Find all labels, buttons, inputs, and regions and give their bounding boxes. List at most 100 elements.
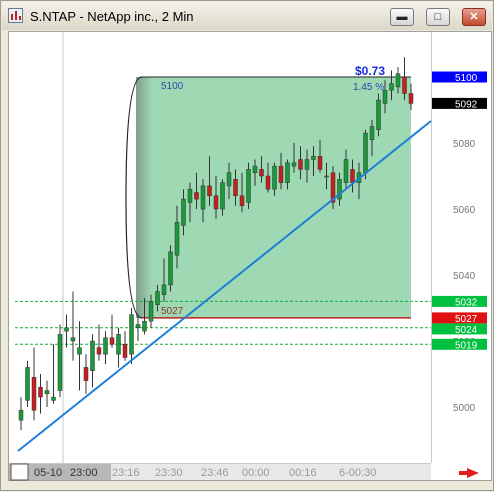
candle-body <box>70 337 76 342</box>
candle-body <box>200 185 206 210</box>
x-tick-6: 00:16 <box>289 467 317 479</box>
candle-body <box>174 221 180 256</box>
candle-48[interactable] <box>330 166 336 209</box>
y-tick-1: 5080 <box>453 139 476 150</box>
y-tick-2: 5060 <box>453 205 476 216</box>
candle-10[interactable] <box>83 354 89 394</box>
price-marker-label: 5019 <box>455 340 478 351</box>
candle-body <box>252 165 258 173</box>
candle-body <box>272 165 277 190</box>
candle-body <box>129 314 134 355</box>
candle-14[interactable] <box>109 314 115 348</box>
candle-body <box>278 165 284 183</box>
price-marker-4[interactable]: 5024 <box>432 323 487 336</box>
price-marker-label: 5024 <box>455 325 478 336</box>
candle-5[interactable] <box>51 344 56 404</box>
candle-55[interactable] <box>376 93 381 137</box>
candle-body <box>187 188 193 203</box>
candle-body <box>363 132 368 173</box>
candle-body <box>298 159 303 170</box>
range-low-label: 5027 <box>161 306 184 317</box>
x-tick-5: 00:00 <box>242 467 270 479</box>
candle-body <box>233 179 238 197</box>
x-tick-7: 6-00:30 <box>339 467 376 479</box>
range-change-value: $0.73 <box>355 64 385 78</box>
price-marker-label: 5027 <box>455 314 478 325</box>
candle-body <box>220 182 225 210</box>
candle-body <box>148 301 154 322</box>
candle-body <box>239 195 245 206</box>
candle-6[interactable] <box>57 324 63 398</box>
candle-35[interactable] <box>246 162 251 209</box>
candle-body <box>109 337 115 345</box>
candle-body <box>304 159 310 170</box>
candle-9[interactable] <box>77 321 82 391</box>
candle-body <box>389 83 394 91</box>
candle-body <box>25 367 30 401</box>
candle-body <box>64 327 69 332</box>
candle-body <box>83 367 89 381</box>
x-tick-2: 23:16 <box>112 467 140 479</box>
candle-3[interactable] <box>38 374 43 414</box>
candle-body <box>168 251 173 286</box>
candle-body <box>343 159 349 183</box>
candle-13[interactable] <box>103 331 108 365</box>
candle-body <box>51 396 56 401</box>
x-tick-4: 23:46 <box>201 467 229 479</box>
candle-body <box>90 340 95 371</box>
candle-11[interactable] <box>90 334 95 388</box>
candle-body <box>122 344 128 358</box>
candle-2[interactable] <box>31 347 37 421</box>
candlestick-chart[interactable]: 05-10 23:00 23:16 23:30 23:46 00:00 00:1… <box>1 1 494 492</box>
candle-body <box>142 320 147 332</box>
candle-18[interactable] <box>135 314 141 341</box>
candle-body <box>31 377 37 411</box>
candle-4[interactable] <box>44 380 50 407</box>
price-marker-5[interactable]: 5019 <box>432 338 487 352</box>
price-marker-2[interactable]: 5032 <box>432 295 487 309</box>
price-marker-label: 5092 <box>455 99 478 110</box>
candle-body <box>226 172 232 187</box>
candle-15[interactable] <box>116 327 121 368</box>
candle-body <box>317 155 323 170</box>
candle-body <box>77 347 82 355</box>
price-marker-0[interactable]: 5100 <box>432 71 487 85</box>
y-tick-5: 5000 <box>453 403 476 414</box>
candle-59[interactable] <box>402 57 407 101</box>
candle-0[interactable] <box>18 397 24 431</box>
range-high-label: 5100 <box>161 81 184 92</box>
scroll-right-arrow-icon[interactable] <box>459 468 479 478</box>
candle-1[interactable] <box>25 360 30 407</box>
time-axis-divider <box>9 463 431 464</box>
candle-body <box>408 93 414 104</box>
price-marker-1[interactable]: 5092 <box>432 97 487 111</box>
candle-body <box>285 162 290 183</box>
candle-12[interactable] <box>96 324 102 361</box>
candle-body <box>350 169 355 183</box>
candle-23[interactable] <box>168 245 173 292</box>
candle-body <box>369 126 375 140</box>
candle-body <box>376 99 381 131</box>
candle-body <box>213 195 219 210</box>
candle-body <box>96 347 102 355</box>
candle-body <box>207 185 212 197</box>
price-axis-divider <box>431 32 432 463</box>
price-marker-3[interactable]: 5027 <box>432 312 487 325</box>
candle-body <box>402 76 407 94</box>
candle-body <box>246 169 251 203</box>
candle-body <box>44 390 50 395</box>
candle-body <box>311 155 316 160</box>
candle-body <box>155 291 160 305</box>
candle-body <box>259 169 264 177</box>
candle-body <box>324 175 329 178</box>
range-box-shadow <box>136 77 152 318</box>
candle-17[interactable] <box>129 308 134 365</box>
candle-body <box>265 175 271 190</box>
candle-7[interactable] <box>64 314 69 348</box>
chart-window: S.NTAP - NetApp inc., 2 Min ▬ □ ✕ 05-10 … <box>0 0 494 491</box>
range-box[interactable] <box>136 77 411 318</box>
x-tick-1: 23:00 <box>70 467 98 479</box>
x-tick-3: 23:30 <box>155 467 183 479</box>
candle-16[interactable] <box>122 331 128 361</box>
scroll-left-box[interactable] <box>10 463 29 481</box>
